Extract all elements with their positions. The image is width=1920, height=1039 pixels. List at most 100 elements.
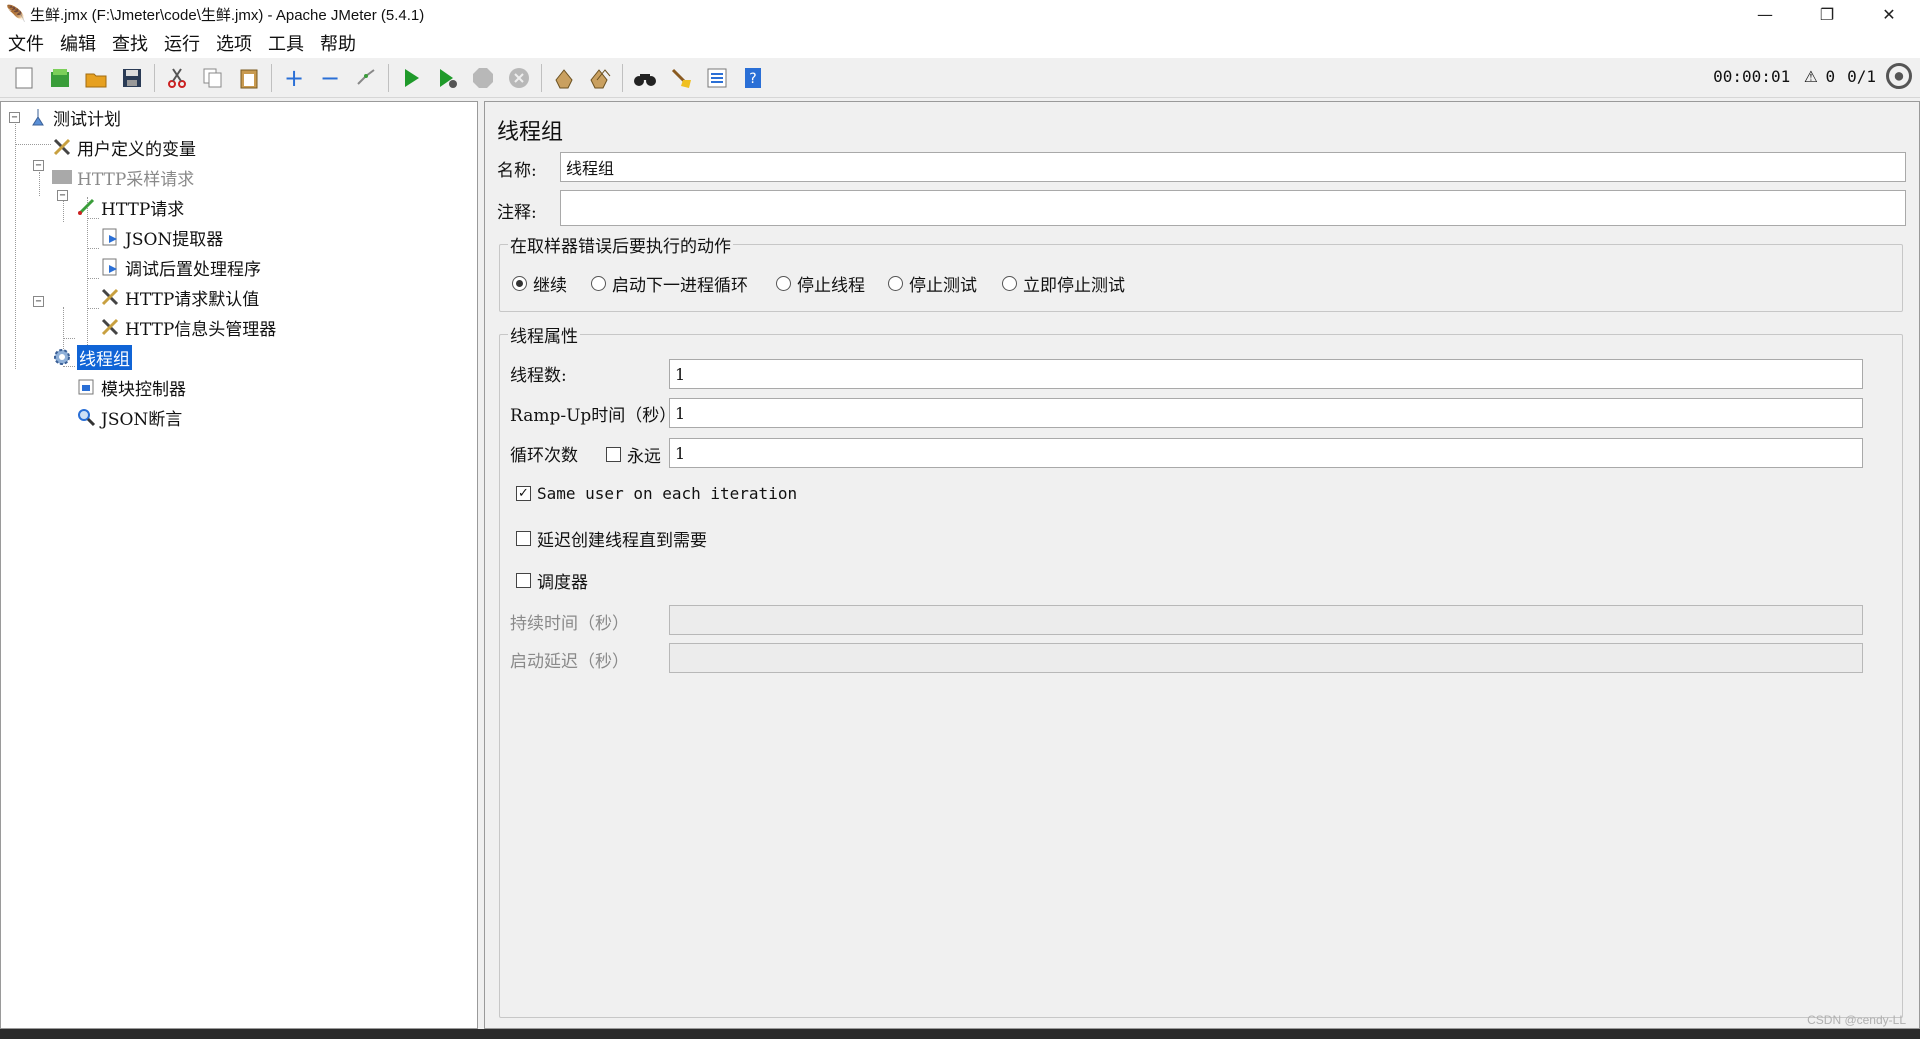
radio-label: 停止线程 [797, 276, 865, 296]
post-processor-icon [99, 226, 121, 248]
checkbox-label: Same user on each iteration [537, 484, 798, 503]
same-user-checkbox[interactable]: ✓ Same user on each iteration [516, 484, 797, 503]
cut-icon[interactable] [162, 63, 192, 93]
tree-node-http-request[interactable]: HTTP请求 [75, 193, 184, 221]
startup-delay-field[interactable] [669, 643, 1863, 673]
loop-count-field[interactable]: 1 [669, 438, 1863, 468]
radio-dot [776, 276, 791, 291]
startup-delay-label: 启动延迟（秒） [510, 652, 629, 672]
menu-tools[interactable]: 工具 [266, 30, 312, 56]
expand-icon[interactable]: + [279, 63, 309, 93]
tree-node-json-extractor[interactable]: JSON提取器 [99, 223, 223, 251]
clear-all-icon[interactable] [585, 63, 615, 93]
sampler-error-action-group: 在取样器错误后要执行的动作 继续 启动下一进程循环 停止线程 停止测试 立即停止… [499, 232, 1903, 312]
radio-stop-thread[interactable]: 停止线程 [776, 271, 865, 296]
scheduler-checkbox[interactable]: 调度器 [516, 568, 588, 593]
collapse-toggle[interactable]: − [33, 296, 44, 307]
start-icon[interactable] [396, 63, 426, 93]
collapse-toggle[interactable]: − [33, 160, 44, 171]
start-no-pause-icon[interactable] [432, 63, 462, 93]
toolbar-separator [541, 63, 542, 92]
stop-icon[interactable] [468, 63, 498, 93]
warning-count: 0 [1825, 66, 1836, 86]
warning-icon[interactable]: ⚠ [1804, 65, 1817, 87]
post-processor-icon [99, 256, 121, 278]
threads-field[interactable]: 1 [669, 359, 1863, 389]
reset-search-icon[interactable] [666, 63, 696, 93]
collapse-toggle[interactable]: − [9, 112, 20, 123]
duration-field[interactable] [669, 605, 1863, 635]
function-helper-icon[interactable] [702, 63, 732, 93]
loop-count-label: 循环次数 [510, 446, 578, 466]
radio-stop-test-now[interactable]: 立即停止测试 [1002, 271, 1125, 296]
duration-label: 持续时间（秒） [510, 614, 629, 634]
delay-thread-creation-checkbox[interactable]: 延迟创建线程直到需要 [516, 526, 707, 551]
checkmark-icon: ✓ [516, 486, 531, 501]
name-field[interactable]: 线程组 [560, 152, 1906, 182]
checkbox-box [516, 531, 531, 546]
menu-search[interactable]: 查找 [110, 30, 156, 56]
tree-node-module-controller[interactable]: 模块控制器 [75, 373, 186, 401]
radio-start-next-loop[interactable]: 启动下一进程循环 [591, 271, 748, 296]
tree-node-user-variables[interactable]: 用户定义的变量 [51, 133, 196, 161]
config-tools-icon [99, 316, 121, 338]
menu-run[interactable]: 运行 [162, 30, 208, 56]
tree-node-test-plan[interactable]: 测试计划 [27, 103, 121, 131]
shutdown-icon[interactable] [504, 63, 534, 93]
tree-node-label: HTTP请求 [101, 199, 185, 220]
toolbar-separator [388, 63, 389, 92]
test-plan-tree[interactable]: − − − − 测试计划 用户定义的变量 HTTP采样请求 HTTP请求 JSO… [0, 101, 478, 1029]
collapse-toggle[interactable]: − [57, 190, 68, 201]
save-icon[interactable] [117, 63, 147, 93]
paste-icon[interactable] [234, 63, 264, 93]
templates-icon[interactable] [45, 63, 75, 93]
comment-field[interactable] [560, 190, 1906, 226]
config-tools-icon [51, 136, 73, 158]
new-icon[interactable] [9, 63, 39, 93]
tree-node-header-manager[interactable]: HTTP信息头管理器 [99, 313, 276, 341]
menu-file[interactable]: 文件 [6, 30, 52, 56]
help-icon[interactable]: ? [738, 63, 768, 93]
page-title: 线程组 [497, 120, 564, 145]
tree-connector [87, 248, 99, 249]
restore-button[interactable]: ❐ [1798, 0, 1856, 28]
rampup-label: Ramp-Up时间（秒）: [510, 406, 683, 426]
menu-edit[interactable]: 编辑 [58, 30, 104, 56]
forever-checkbox[interactable]: 永远 [606, 442, 661, 467]
checkbox-label: 调度器 [537, 573, 588, 593]
tree-node-label: HTTP请求默认值 [125, 289, 260, 310]
menu-options[interactable]: 选项 [214, 30, 260, 56]
tree-node-http-sampler-controller[interactable]: HTTP采样请求 [51, 163, 194, 191]
run-status: 00:00:01 ⚠ 0 0/1 ● [1713, 63, 1912, 89]
collapse-icon[interactable]: − [315, 63, 345, 93]
thread-group-gear-icon [51, 346, 73, 368]
search-icon[interactable] [630, 63, 660, 93]
tree-node-http-defaults[interactable]: HTTP请求默认值 [99, 283, 259, 311]
config-tools-icon [99, 286, 121, 308]
module-controller-icon [75, 376, 97, 398]
tree-node-json-assertion[interactable]: JSON断言 [75, 403, 182, 431]
clear-icon[interactable] [549, 63, 579, 93]
radio-stop-test[interactable]: 停止测试 [888, 271, 977, 296]
minimize-button[interactable]: — [1736, 0, 1794, 28]
menu-help[interactable]: 帮助 [318, 30, 364, 56]
toggle-icon[interactable] [351, 63, 381, 93]
thread-group-editor: 线程组 名称: 线程组 注释: 在取样器错误后要执行的动作 继续 启动下一进程循… [484, 101, 1920, 1029]
tree-connector [39, 172, 40, 196]
radio-continue[interactable]: 继续 [512, 271, 567, 296]
open-icon[interactable] [81, 63, 111, 93]
menu-bar: 文件 编辑 查找 运行 选项 工具 帮助 [0, 28, 1920, 58]
comment-label: 注释: [497, 203, 537, 223]
radio-dot [591, 276, 606, 291]
tree-node-label: 调试后置处理程序 [125, 259, 261, 280]
tree-node-thread-group[interactable]: 线程组 [51, 343, 132, 371]
close-button[interactable]: ✕ [1860, 0, 1918, 28]
copy-icon[interactable] [198, 63, 228, 93]
name-label: 名称: [497, 161, 537, 181]
test-plan-icon [27, 106, 49, 128]
tree-node-debug-postprocessor[interactable]: 调试后置处理程序 [99, 253, 261, 281]
thread-properties-group: 线程属性 线程数: 1 Ramp-Up时间（秒）: 1 循环次数 永远 1 ✓ … [499, 322, 1903, 1018]
remote-status-icon[interactable]: ● [1886, 63, 1912, 89]
rampup-field[interactable]: 1 [669, 398, 1863, 428]
svg-text:?: ? [749, 71, 756, 87]
